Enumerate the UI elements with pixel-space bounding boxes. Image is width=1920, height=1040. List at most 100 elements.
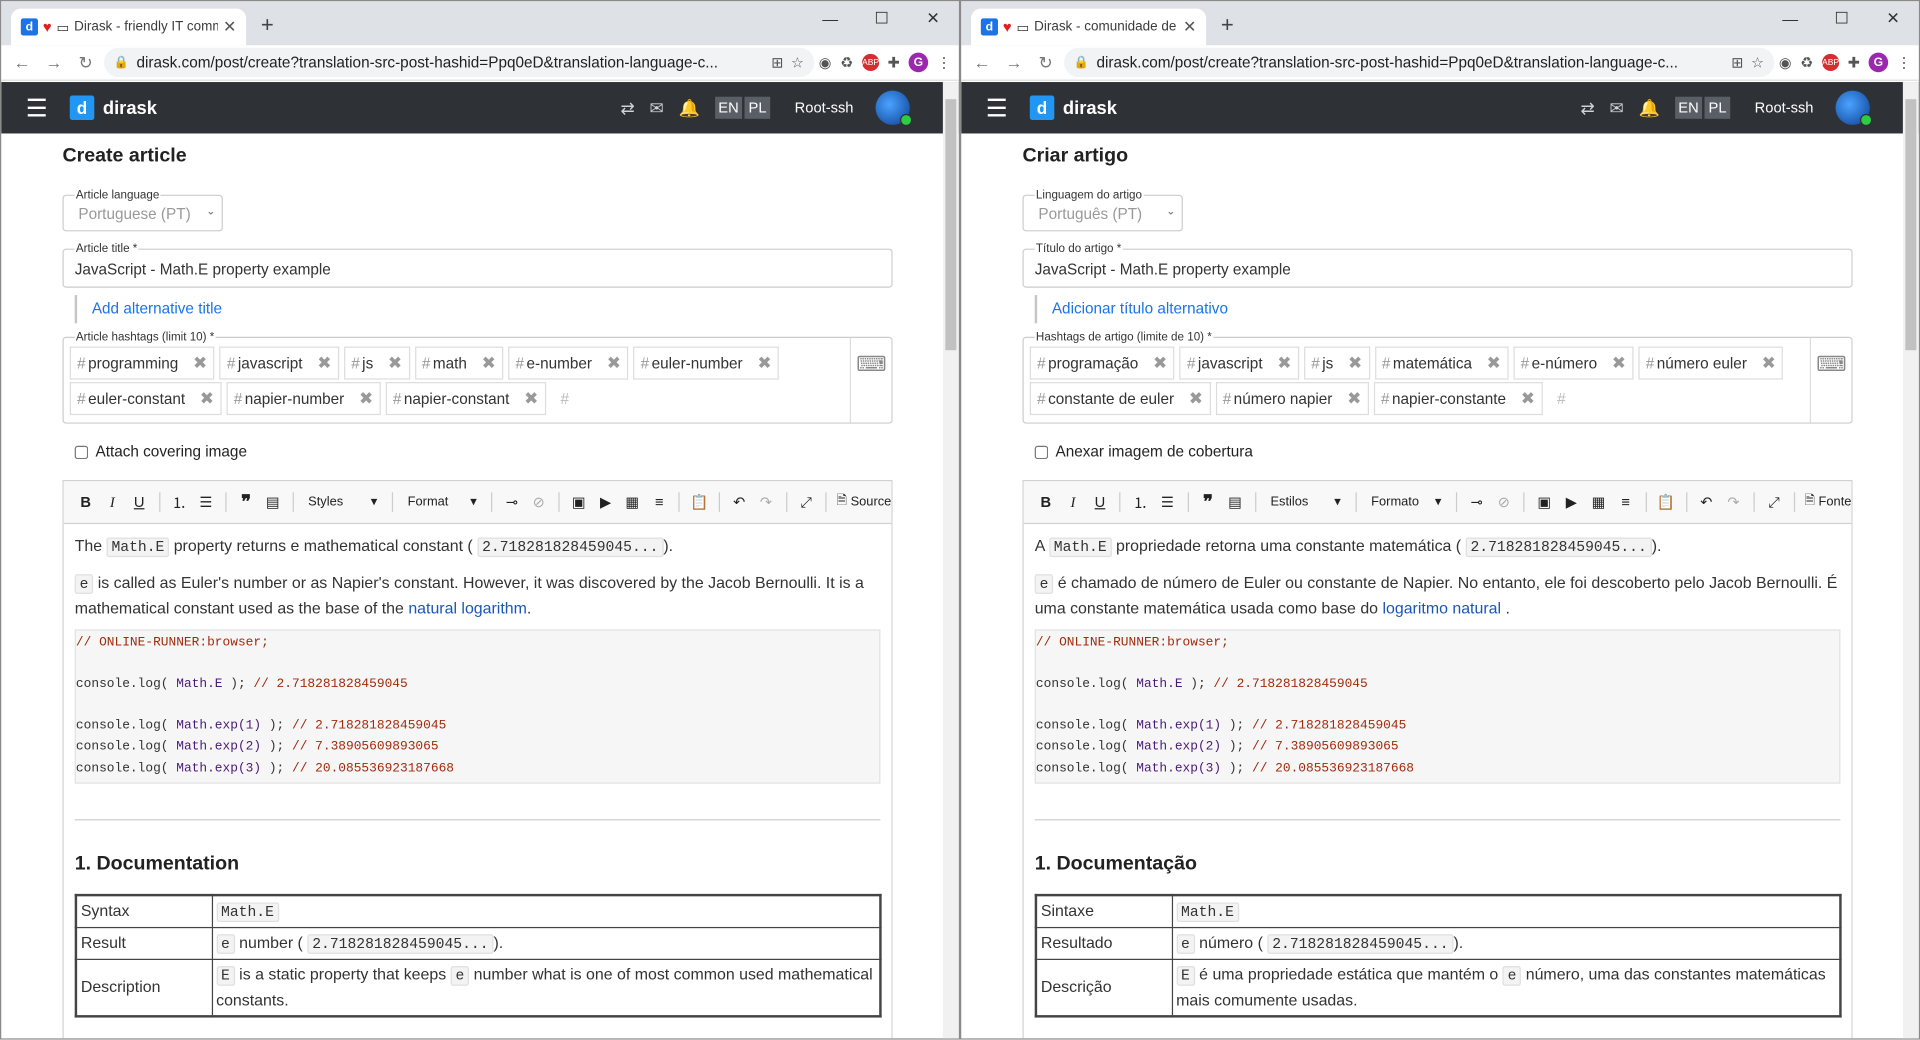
article-title-field[interactable]: Article title * JavaScript - Math.E prop… xyxy=(62,242,893,288)
remove-hashtag-icon[interactable]: ✖ xyxy=(359,388,373,409)
hashtags-field[interactable]: Hashtags de artigo (limite de 10) * # pro… xyxy=(1022,330,1853,424)
hashtag-chip[interactable]: # napier-constante ✖ xyxy=(1373,382,1543,416)
extensions-puzzle-icon[interactable]: ✚ xyxy=(888,54,900,71)
hashtag-input[interactable]: # xyxy=(551,382,579,415)
source-button[interactable]: 🗎 Fonte xyxy=(1805,491,1852,513)
rich-text-editor[interactable]: B I U ⒈ ☰ ❞ ▤ Styles ▾ Format ▾ ⊸ ⊘ ▣ ▶ ▦ xyxy=(62,480,893,1039)
redo-icon[interactable]: ↷ xyxy=(756,493,775,510)
remove-hashtag-icon[interactable]: ✖ xyxy=(1153,353,1167,374)
unlink-icon[interactable]: ⊘ xyxy=(1494,493,1514,510)
maximize-icon[interactable]: ☐ xyxy=(856,1,907,35)
remove-hashtag-icon[interactable]: ✖ xyxy=(1487,353,1501,374)
lang-en-button[interactable]: EN xyxy=(1674,96,1703,119)
remove-hashtag-icon[interactable]: ✖ xyxy=(200,388,214,409)
dirask-logo[interactable]: d dirask xyxy=(1029,95,1117,121)
lock-icon[interactable]: 🔒 xyxy=(114,56,129,69)
keyboard-icon[interactable]: ⌨ xyxy=(1809,337,1852,423)
remove-hashtag-icon[interactable]: ✖ xyxy=(193,353,207,374)
hashtag-chip[interactable]: # euler-number ✖ xyxy=(633,346,780,380)
extension-yab-icon[interactable]: ◉ xyxy=(819,54,832,71)
close-tab-icon[interactable]: ✕ xyxy=(1183,17,1196,37)
chrome-menu-icon[interactable]: ⋮ xyxy=(1897,54,1912,71)
remove-hashtag-icon[interactable]: ✖ xyxy=(1612,353,1626,374)
hashtag-chip[interactable]: # napier-number ✖ xyxy=(226,382,381,416)
hashtag-chip[interactable]: # e-número ✖ xyxy=(1513,346,1634,380)
remove-hashtag-icon[interactable]: ✖ xyxy=(1189,388,1203,409)
shuffle-icon[interactable]: ⇄ xyxy=(1580,97,1594,118)
browser-tab[interactable]: d ♥ ▭ Dirask - friendly IT comm ✕ xyxy=(11,8,247,46)
remove-hashtag-icon[interactable]: ✖ xyxy=(482,353,496,374)
unlink-icon[interactable]: ⊘ xyxy=(529,493,548,510)
forward-icon[interactable]: → xyxy=(1000,53,1027,73)
bell-icon[interactable]: 🔔 xyxy=(1639,97,1660,118)
natural-logarithm-link[interactable]: natural logarithm xyxy=(408,599,527,617)
youtube-icon[interactable]: ▶ xyxy=(596,493,615,510)
lang-en-button[interactable]: EN xyxy=(714,96,743,119)
hashtag-chip[interactable]: # programming ✖ xyxy=(69,346,215,380)
rich-text-editor[interactable]: B I U ⒈ ☰ ❞ ▤ Estilos ▾ Formato ▾ ⊸ ⊘ ▣ ▶ … xyxy=(1022,480,1853,1039)
remove-hashtag-icon[interactable]: ✖ xyxy=(1277,353,1291,374)
user-avatar[interactable] xyxy=(875,90,913,127)
undo-icon[interactable]: ↶ xyxy=(1697,493,1717,510)
lang-pl-button[interactable]: PL xyxy=(1704,96,1731,119)
scrollbar-thumb[interactable] xyxy=(945,99,957,351)
add-alternative-title-link[interactable]: Adicionar título alternativo xyxy=(1052,300,1228,317)
keyboard-icon[interactable]: ⌨ xyxy=(849,337,892,423)
link-icon[interactable]: ⊸ xyxy=(502,493,521,510)
username[interactable]: Root-ssh xyxy=(1755,99,1814,116)
mail-icon[interactable]: ✉ xyxy=(1610,97,1624,118)
hashtag-chip[interactable]: # número euler ✖ xyxy=(1638,346,1784,380)
bookmark-star-icon[interactable]: ☆ xyxy=(791,54,804,71)
hashtag-chip[interactable]: # napier-constant ✖ xyxy=(385,382,546,416)
format-dropdown[interactable]: Formato ▾ xyxy=(1366,495,1446,510)
hashtag-chip[interactable]: # js ✖ xyxy=(343,346,410,380)
hashtag-chip[interactable]: # matemática ✖ xyxy=(1374,346,1509,380)
code-snippet-icon[interactable]: ▤ xyxy=(1225,493,1245,510)
youtube-icon[interactable]: ▶ xyxy=(1562,493,1582,510)
back-icon[interactable]: ← xyxy=(9,53,36,73)
hashtags-field[interactable]: Article hashtags (limit 10) * # programmi… xyxy=(62,330,893,424)
hamburger-menu-icon[interactable]: ☰ xyxy=(986,92,1015,123)
reload-icon[interactable]: ↻ xyxy=(1032,52,1059,73)
dirask-logo[interactable]: d dirask xyxy=(69,95,157,121)
bulleted-list-icon[interactable]: ☰ xyxy=(1158,493,1178,510)
hashtag-chip[interactable]: # javascript ✖ xyxy=(1179,346,1299,380)
undo-icon[interactable]: ↶ xyxy=(730,493,749,510)
hashtag-chip[interactable]: # número napier ✖ xyxy=(1215,382,1369,416)
maximize-icon[interactable]: ☐ xyxy=(1816,1,1867,35)
remove-hashtag-icon[interactable]: ✖ xyxy=(388,353,402,374)
source-button[interactable]: 🗎 Source xyxy=(837,491,892,513)
attach-cover-checkbox[interactable] xyxy=(74,445,89,459)
hashtag-chip[interactable]: # e-number ✖ xyxy=(508,346,629,380)
article-language-select[interactable]: Linguagem do artigo Português (PT) ⌄ xyxy=(1022,188,1183,232)
hamburger-menu-icon[interactable]: ☰ xyxy=(26,92,55,123)
italic-icon[interactable]: I xyxy=(1063,493,1083,511)
remove-hashtag-icon[interactable]: ✖ xyxy=(317,353,331,374)
image-icon[interactable]: ▣ xyxy=(1534,493,1554,510)
extension-recycle-icon[interactable]: ♻ xyxy=(1800,54,1813,71)
attach-cover-checkbox[interactable] xyxy=(1034,445,1049,459)
minimize-icon[interactable]: — xyxy=(804,1,855,35)
translate-icon[interactable]: ⊞ xyxy=(1731,54,1743,71)
bold-icon[interactable]: B xyxy=(76,493,95,510)
remove-hashtag-icon[interactable]: ✖ xyxy=(1521,388,1535,409)
article-title-field[interactable]: Título do artigo * JavaScript - Math.E p… xyxy=(1022,242,1853,288)
remove-hashtag-icon[interactable]: ✖ xyxy=(757,353,771,374)
underline-icon[interactable]: U xyxy=(1090,493,1110,510)
link-icon[interactable]: ⊸ xyxy=(1467,493,1487,510)
paste-icon[interactable]: 📋 xyxy=(1656,493,1676,510)
profile-avatar-icon[interactable]: G xyxy=(908,52,929,73)
close-tab-icon[interactable]: ✕ xyxy=(223,17,236,37)
close-window-icon[interactable]: ✕ xyxy=(1867,1,1918,35)
remove-hashtag-icon[interactable]: ✖ xyxy=(1347,388,1361,409)
adblock-icon[interactable]: ABP xyxy=(1821,53,1839,72)
styles-dropdown[interactable]: Styles ▾ xyxy=(303,495,382,510)
reload-icon[interactable]: ↻ xyxy=(72,52,99,73)
blockquote-icon[interactable]: ❞ xyxy=(236,491,255,513)
adblock-icon[interactable]: ABP xyxy=(861,53,879,72)
bookmark-star-icon[interactable]: ☆ xyxy=(1751,54,1764,71)
browser-tab[interactable]: d ♥ ▭ Dirask - comunidade de T ✕ xyxy=(971,8,1207,46)
mail-icon[interactable]: ✉ xyxy=(650,97,664,118)
table-icon[interactable]: ▦ xyxy=(623,493,642,510)
numbered-list-icon[interactable]: ⒈ xyxy=(1131,492,1151,513)
